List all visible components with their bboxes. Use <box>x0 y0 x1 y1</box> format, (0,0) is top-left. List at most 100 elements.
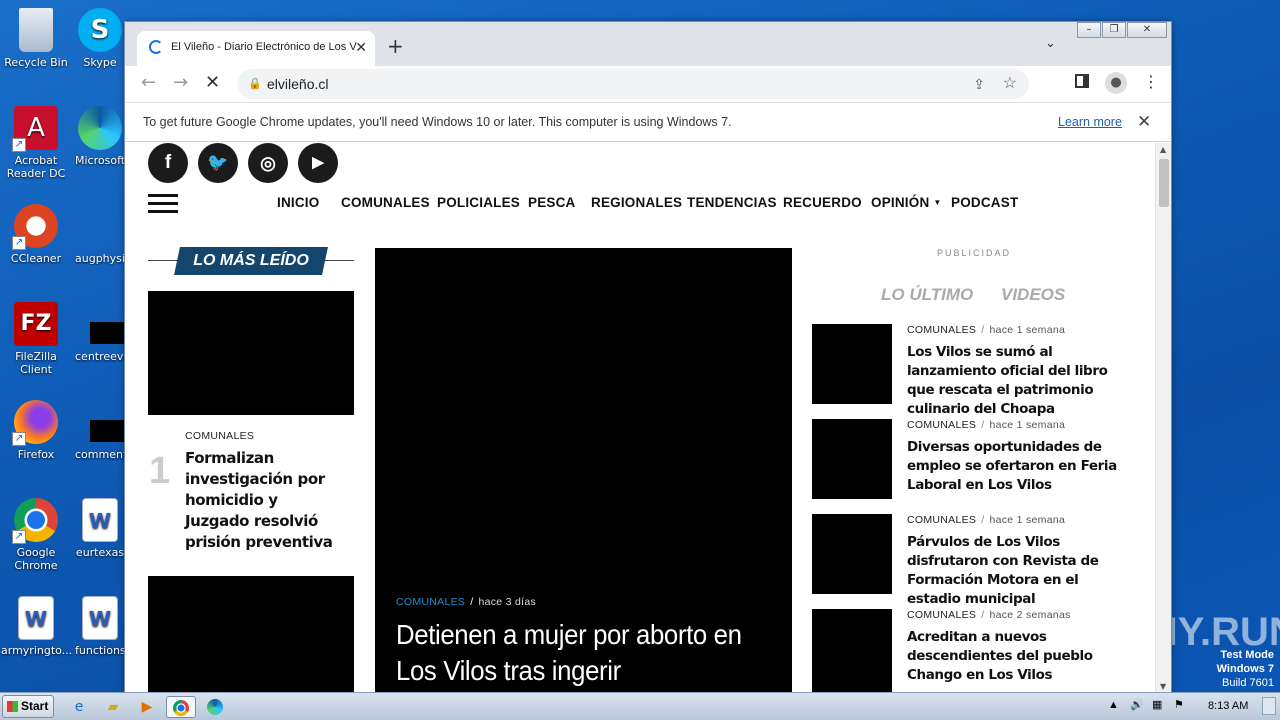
featured-time: hace 3 días <box>478 596 537 608</box>
desktop-icon-functions[interactable]: W functions <box>75 596 125 657</box>
edge-taskbar-icon[interactable] <box>202 696 228 718</box>
latest-headline[interactable]: Los Vilos se sumó al lanzamiento oficial… <box>907 343 1135 419</box>
explorer-taskbar-icon[interactable]: ▰ <box>100 696 126 718</box>
page-scrollbar[interactable]: ▲ ▼ <box>1155 143 1171 693</box>
close-window-button[interactable]: ✕ <box>1127 22 1167 38</box>
action-center-flag-icon[interactable]: ⚑ <box>1174 698 1184 711</box>
desktop-icon-label: Skype <box>83 56 117 69</box>
desktop-icon-firefox[interactable]: ↗ Firefox <box>1 400 71 461</box>
most-read-image-2[interactable] <box>148 576 354 693</box>
latest-time: hace 1 semana <box>989 419 1066 431</box>
share-icon[interactable]: ⇪ <box>973 69 985 99</box>
rank-number: 1 <box>149 450 171 492</box>
desktop-icon-acrobat[interactable]: A ↗ Acrobat Reader DC <box>1 106 71 180</box>
featured-category[interactable]: COMUNALES <box>396 596 465 608</box>
volume-icon[interactable]: 🔊 <box>1130 698 1144 711</box>
shortcut-arrow-icon: ↗ <box>12 530 26 544</box>
scroll-up-icon[interactable]: ▲ <box>1160 145 1166 154</box>
address-bar[interactable]: 🔒 elvileño.cl ⇪ ☆ <box>237 69 1029 99</box>
new-tab-icon[interactable]: + <box>387 34 404 58</box>
file-icon <box>78 400 125 444</box>
profile-avatar-icon[interactable]: ● <box>1105 72 1127 94</box>
latest-headline[interactable]: Acreditan a nuevos descendientes del pue… <box>907 628 1135 685</box>
featured-headline[interactable]: Detienen a mujer por aborto en Los Vilos… <box>396 617 746 689</box>
latest-category[interactable]: COMUNALES <box>907 324 976 336</box>
loading-spinner-icon <box>149 40 163 54</box>
clock[interactable]: 8:13 AM <box>1208 700 1248 712</box>
nav-item-inicio[interactable]: INICIO <box>277 195 319 210</box>
latest-thumb[interactable] <box>812 514 892 594</box>
facebook-icon[interactable]: f <box>148 143 188 183</box>
desktop-icon-eurtexas[interactable]: W eurtexas <box>75 498 125 559</box>
stop-loading-icon[interactable]: ✕ <box>205 74 220 92</box>
minimize-button[interactable]: – <box>1077 22 1101 38</box>
desktop-icon-ccleaner[interactable]: ↗ CCleaner <box>1 204 71 265</box>
infobar-message: To get future Google Chrome updates, you… <box>143 115 732 129</box>
latest-headline[interactable]: Diversas oportunidades de empleo se ofer… <box>907 438 1135 495</box>
tab-lo-ultimo[interactable]: LO ÚLTIMO <box>881 285 973 305</box>
desktop-icon-centreeve[interactable]: centreeve <box>75 302 125 363</box>
acrobat-icon: A ↗ <box>12 106 58 152</box>
desktop-icon-comment[interactable]: comment <box>75 400 125 461</box>
latest-meta: COMUNALES / hace 1 semana <box>907 514 1066 526</box>
desktop-icon-chrome[interactable]: ↗ Google Chrome <box>1 498 71 572</box>
latest-thumb[interactable] <box>812 609 892 693</box>
close-tab-icon[interactable]: ✕ <box>355 31 367 63</box>
latest-headline[interactable]: Párvulos de Los Vilos disfrutaron con Re… <box>907 533 1135 609</box>
page-content: f 🐦 ◎ ▶ INICIO COMUNALES POLICIALES PESC… <box>125 143 1155 693</box>
latest-time: hace 1 semana <box>989 514 1066 526</box>
start-button[interactable]: Start <box>2 695 54 718</box>
side-panel-icon[interactable] <box>1075 74 1089 88</box>
desktop-icon-edge[interactable]: Microsoft <box>75 106 125 167</box>
tab-videos[interactable]: VIDEOS <box>1001 285 1065 305</box>
desktop-icon-label: Recycle Bin <box>4 56 68 69</box>
tray-expand-icon[interactable]: ▲ <box>1108 699 1119 711</box>
nav-item-regionales[interactable]: REGIONALES <box>591 195 682 210</box>
show-desktop-button[interactable] <box>1262 697 1276 715</box>
nav-item-tendencias[interactable]: TENDENCIAS <box>687 195 777 210</box>
twitter-icon[interactable]: 🐦 <box>198 143 238 183</box>
most-read-image-1[interactable] <box>148 291 354 415</box>
restore-button[interactable]: ❐ <box>1102 22 1126 38</box>
desktop-icon-label: functions <box>75 644 125 657</box>
filezilla-icon: FZ <box>14 302 58 346</box>
latest-thumb[interactable] <box>812 324 892 404</box>
nav-item-pesca[interactable]: PESCA <box>528 195 576 210</box>
scroll-down-icon[interactable]: ▼ <box>1160 682 1166 691</box>
latest-category[interactable]: COMUNALES <box>907 419 976 431</box>
nav-item-comunales[interactable]: COMUNALES <box>341 195 430 210</box>
tab-search-chevron-icon[interactable]: ⌄ <box>1045 36 1056 51</box>
network-icon[interactable]: ▦ <box>1152 698 1162 711</box>
desktop-icon-armyringto[interactable]: W armyringto... <box>1 596 72 657</box>
youtube-icon[interactable]: ▶ <box>298 143 338 183</box>
menu-kebab-icon[interactable]: ⋮ <box>1143 72 1159 91</box>
most-read-headline[interactable]: Formalizan investigación por homicidio y… <box>185 448 345 553</box>
nav-item-opinion[interactable]: OPINIÓN ▼ <box>871 195 942 210</box>
ccleaner-icon: ↗ <box>12 204 58 250</box>
skype-icon: S <box>78 8 122 52</box>
latest-thumb[interactable] <box>812 419 892 499</box>
bookmark-star-icon[interactable]: ☆ <box>1003 69 1017 99</box>
desktop-icon-filezilla[interactable]: FZ FileZilla Client <box>1 302 71 376</box>
desktop-icon-augphysic[interactable]: augphysic <box>75 204 125 265</box>
desktop-icon-recycle-bin[interactable]: Recycle Bin <box>1 8 71 69</box>
latest-category[interactable]: COMUNALES <box>907 514 976 526</box>
ie-taskbar-icon[interactable]: e <box>66 696 92 718</box>
desktop-icon-skype[interactable]: S Skype <box>75 8 125 69</box>
back-icon[interactable]: ← <box>141 74 156 92</box>
browser-tab[interactable]: El Vileño - Diario Electrónico de Los V … <box>137 31 375 66</box>
nav-item-podcast[interactable]: PODCAST <box>951 195 1018 210</box>
scrollbar-thumb[interactable] <box>1159 159 1169 207</box>
hamburger-menu-icon[interactable] <box>148 194 178 213</box>
most-read-category[interactable]: COMUNALES <box>185 430 254 442</box>
chrome-taskbar-icon[interactable] <box>166 696 196 718</box>
latest-category[interactable]: COMUNALES <box>907 609 976 621</box>
learn-more-link[interactable]: Learn more <box>1058 103 1122 141</box>
nav-item-policiales[interactable]: POLICIALES <box>437 195 520 210</box>
publicidad-label: PUBLICIDAD <box>937 248 1012 258</box>
forward-icon[interactable]: → <box>173 74 188 92</box>
media-player-taskbar-icon[interactable]: ▶ <box>134 696 160 718</box>
instagram-icon[interactable]: ◎ <box>248 143 288 183</box>
infobar-close-icon[interactable]: ✕ <box>1137 103 1151 141</box>
nav-item-recuerdo[interactable]: RECUERDO <box>783 195 862 210</box>
